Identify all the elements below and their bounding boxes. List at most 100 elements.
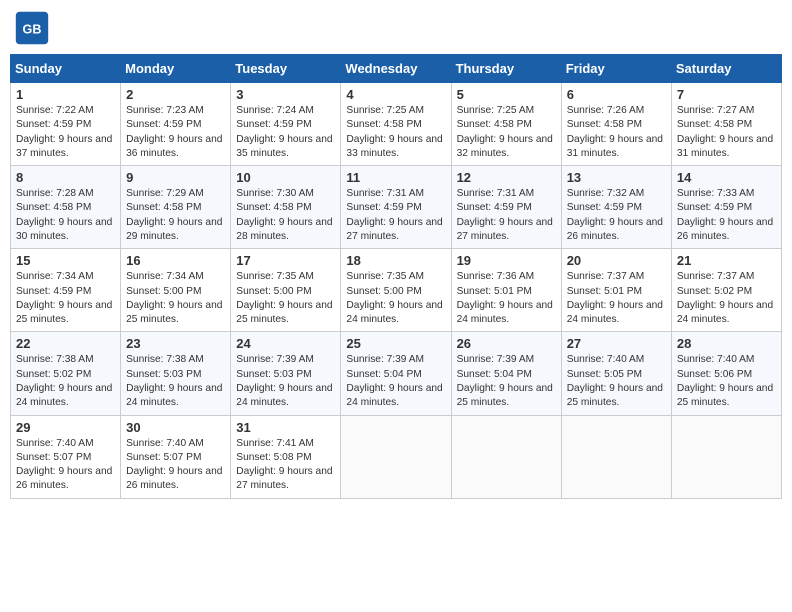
day-info: Sunrise: 7:34 AMSunset: 4:59 PMDaylight:… — [16, 270, 115, 327]
col-header-thursday: Thursday — [451, 55, 561, 83]
day-number: 25 — [346, 336, 445, 351]
day-info: Sunrise: 7:30 AMSunset: 4:58 PMDaylight:… — [236, 187, 335, 244]
calendar-cell: 16 Sunrise: 7:34 AMSunset: 5:00 PMDayligh… — [121, 249, 231, 332]
day-info: Sunrise: 7:40 AMSunset: 5:05 PMDaylight:… — [567, 353, 666, 410]
day-number: 24 — [236, 336, 335, 351]
day-number: 28 — [677, 336, 776, 351]
day-number: 4 — [346, 87, 445, 102]
calendar-cell: 2 Sunrise: 7:23 AMSunset: 4:59 PMDaylight… — [121, 83, 231, 166]
day-number: 1 — [16, 87, 115, 102]
day-info: Sunrise: 7:40 AMSunset: 5:07 PMDaylight:… — [126, 437, 225, 494]
day-info: Sunrise: 7:23 AMSunset: 4:59 PMDaylight:… — [126, 104, 225, 161]
calendar-cell: 10 Sunrise: 7:30 AMSunset: 4:58 PMDayligh… — [231, 166, 341, 249]
day-number: 3 — [236, 87, 335, 102]
calendar-cell: 15 Sunrise: 7:34 AMSunset: 4:59 PMDayligh… — [11, 249, 121, 332]
calendar-cell: 21 Sunrise: 7:37 AMSunset: 5:02 PMDayligh… — [671, 249, 781, 332]
day-number: 18 — [346, 253, 445, 268]
calendar-week-row: 8Sunrise: 7:28 AMSunset: 4:58 PMDaylight… — [11, 166, 782, 249]
day-number: 7 — [677, 87, 776, 102]
day-info: Sunrise: 7:40 AMSunset: 5:07 PMDaylight:… — [16, 437, 115, 494]
calendar-cell: 27 Sunrise: 7:40 AMSunset: 5:05 PMDayligh… — [561, 332, 671, 415]
day-info: Sunrise: 7:31 AMSunset: 4:59 PMDaylight:… — [457, 187, 556, 244]
calendar-cell: 5Sunrise: 7:25 AMSunset: 4:58 PMDaylight… — [451, 83, 561, 166]
header: GB — [10, 10, 782, 46]
calendar-cell: 22 Sunrise: 7:38 AMSunset: 5:02 PMDayligh… — [11, 332, 121, 415]
calendar-cell: 19 Sunrise: 7:36 AMSunset: 5:01 PMDayligh… — [451, 249, 561, 332]
day-number: 26 — [457, 336, 556, 351]
svg-text:GB: GB — [23, 22, 42, 36]
calendar-cell: 1 Sunrise: 7:22 AMSunset: 4:59 PMDaylight… — [11, 83, 121, 166]
calendar-cell — [671, 415, 781, 498]
day-number: 12 — [457, 170, 556, 185]
day-number: 19 — [457, 253, 556, 268]
day-info: Sunrise: 7:36 AMSunset: 5:01 PMDaylight:… — [457, 270, 556, 327]
day-number: 20 — [567, 253, 666, 268]
calendar-cell: 8Sunrise: 7:28 AMSunset: 4:58 PMDaylight… — [11, 166, 121, 249]
logo-icon: GB — [14, 10, 50, 46]
day-number: 9 — [126, 170, 225, 185]
day-info: Sunrise: 7:28 AMSunset: 4:58 PMDaylight:… — [16, 187, 115, 244]
day-info: Sunrise: 7:33 AMSunset: 4:59 PMDaylight:… — [677, 187, 776, 244]
day-number: 29 — [16, 420, 115, 435]
day-info: Sunrise: 7:38 AMSunset: 5:02 PMDaylight:… — [16, 353, 115, 410]
calendar-week-row: 15 Sunrise: 7:34 AMSunset: 4:59 PMDayligh… — [11, 249, 782, 332]
day-info: Sunrise: 7:26 AMSunset: 4:58 PMDaylight:… — [567, 104, 666, 161]
day-info: Sunrise: 7:37 AMSunset: 5:02 PMDaylight:… — [677, 270, 776, 327]
day-number: 21 — [677, 253, 776, 268]
calendar-week-row: 29 Sunrise: 7:40 AMSunset: 5:07 PMDayligh… — [11, 415, 782, 498]
day-info: Sunrise: 7:38 AMSunset: 5:03 PMDaylight:… — [126, 353, 225, 410]
calendar-cell: 12 Sunrise: 7:31 AMSunset: 4:59 PMDayligh… — [451, 166, 561, 249]
day-number: 2 — [126, 87, 225, 102]
day-number: 23 — [126, 336, 225, 351]
calendar-cell — [341, 415, 451, 498]
day-info: Sunrise: 7:31 AMSunset: 4:59 PMDaylight:… — [346, 187, 445, 244]
day-number: 14 — [677, 170, 776, 185]
calendar-cell — [451, 415, 561, 498]
day-info: Sunrise: 7:25 AMSunset: 4:58 PMDaylight:… — [457, 104, 556, 161]
day-info: Sunrise: 7:34 AMSunset: 5:00 PMDaylight:… — [126, 270, 225, 327]
calendar-cell: 7Sunrise: 7:27 AMSunset: 4:58 PMDaylight… — [671, 83, 781, 166]
calendar-cell: 9 Sunrise: 7:29 AMSunset: 4:58 PMDaylight… — [121, 166, 231, 249]
calendar-body: 1 Sunrise: 7:22 AMSunset: 4:59 PMDaylight… — [11, 83, 782, 499]
day-number: 13 — [567, 170, 666, 185]
col-header-friday: Friday — [561, 55, 671, 83]
day-info: Sunrise: 7:35 AMSunset: 5:00 PMDaylight:… — [346, 270, 445, 327]
calendar-week-row: 1 Sunrise: 7:22 AMSunset: 4:59 PMDaylight… — [11, 83, 782, 166]
calendar-cell: 28Sunrise: 7:40 AMSunset: 5:06 PMDayligh… — [671, 332, 781, 415]
day-number: 15 — [16, 253, 115, 268]
day-info: Sunrise: 7:39 AMSunset: 5:04 PMDaylight:… — [457, 353, 556, 410]
day-info: Sunrise: 7:25 AMSunset: 4:58 PMDaylight:… — [346, 104, 445, 161]
calendar-cell: 4 Sunrise: 7:25 AMSunset: 4:58 PMDaylight… — [341, 83, 451, 166]
day-number: 22 — [16, 336, 115, 351]
logo: GB — [14, 10, 54, 46]
calendar-cell: 14 Sunrise: 7:33 AMSunset: 4:59 PMDayligh… — [671, 166, 781, 249]
calendar-cell: 25 Sunrise: 7:39 AMSunset: 5:04 PMDayligh… — [341, 332, 451, 415]
day-info: Sunrise: 7:22 AMSunset: 4:59 PMDaylight:… — [16, 104, 115, 161]
calendar-cell: 26 Sunrise: 7:39 AMSunset: 5:04 PMDayligh… — [451, 332, 561, 415]
calendar-cell: 20 Sunrise: 7:37 AMSunset: 5:01 PMDayligh… — [561, 249, 671, 332]
day-number: 27 — [567, 336, 666, 351]
day-info: Sunrise: 7:24 AMSunset: 4:59 PMDaylight:… — [236, 104, 335, 161]
day-number: 6 — [567, 87, 666, 102]
calendar-cell: 30 Sunrise: 7:40 AMSunset: 5:07 PMDayligh… — [121, 415, 231, 498]
day-number: 30 — [126, 420, 225, 435]
col-header-sunday: Sunday — [11, 55, 121, 83]
day-info: Sunrise: 7:35 AMSunset: 5:00 PMDaylight:… — [236, 270, 335, 327]
calendar-cell: 13 Sunrise: 7:32 AMSunset: 4:59 PMDayligh… — [561, 166, 671, 249]
day-info: Sunrise: 7:29 AMSunset: 4:58 PMDaylight:… — [126, 187, 225, 244]
day-info: Sunrise: 7:41 AMSunset: 5:08 PMDaylight:… — [236, 437, 335, 494]
calendar-cell: 29 Sunrise: 7:40 AMSunset: 5:07 PMDayligh… — [11, 415, 121, 498]
calendar-cell — [561, 415, 671, 498]
day-info: Sunrise: 7:39 AMSunset: 5:03 PMDaylight:… — [236, 353, 335, 410]
day-info: Sunrise: 7:37 AMSunset: 5:01 PMDaylight:… — [567, 270, 666, 327]
calendar-cell: 6 Sunrise: 7:26 AMSunset: 4:58 PMDaylight… — [561, 83, 671, 166]
calendar-header-row: SundayMondayTuesdayWednesdayThursdayFrid… — [11, 55, 782, 83]
day-number: 11 — [346, 170, 445, 185]
day-number: 16 — [126, 253, 225, 268]
day-info: Sunrise: 7:32 AMSunset: 4:59 PMDaylight:… — [567, 187, 666, 244]
col-header-monday: Monday — [121, 55, 231, 83]
day-number: 31 — [236, 420, 335, 435]
calendar-cell: 24 Sunrise: 7:39 AMSunset: 5:03 PMDayligh… — [231, 332, 341, 415]
day-number: 10 — [236, 170, 335, 185]
day-info: Sunrise: 7:39 AMSunset: 5:04 PMDaylight:… — [346, 353, 445, 410]
